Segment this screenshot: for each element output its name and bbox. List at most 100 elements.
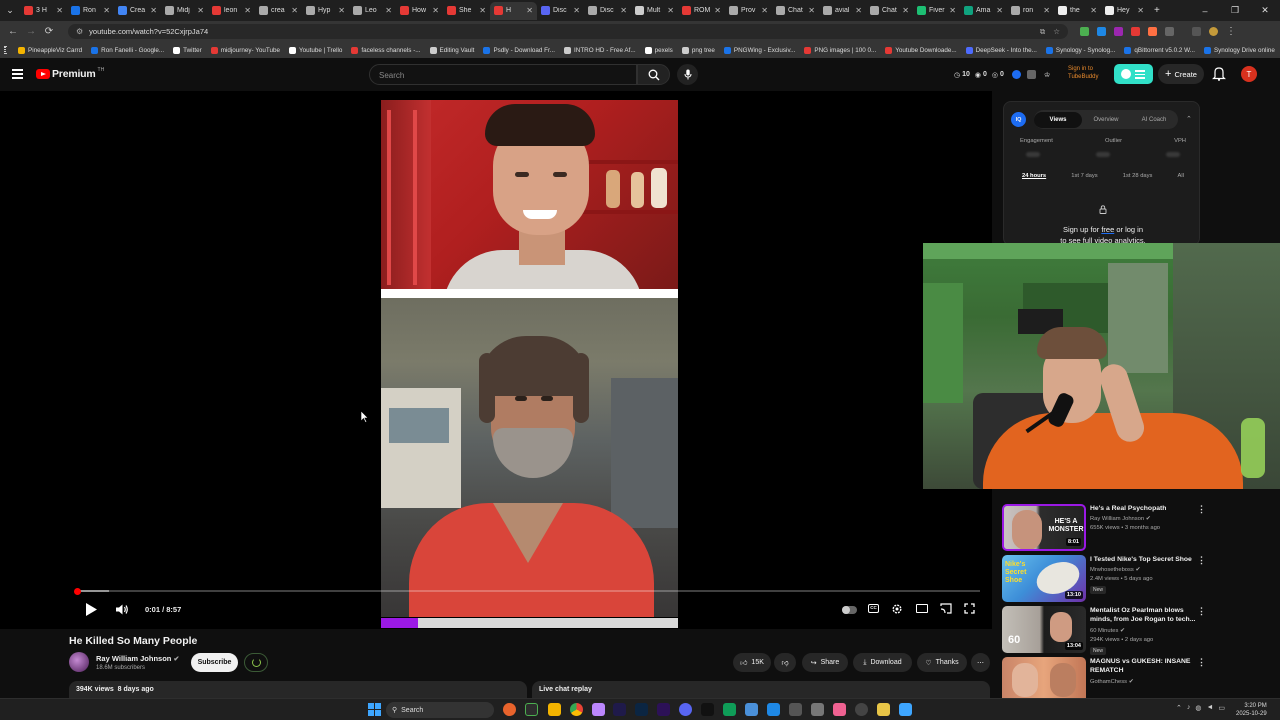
search-input[interactable]: Search: [369, 64, 637, 85]
extension-icon-4[interactable]: [1131, 27, 1140, 36]
signup-text-b[interactable]: or log in: [1114, 225, 1143, 234]
extension-icon-2[interactable]: [1097, 27, 1106, 36]
more-vertical-icon[interactable]: ⋮: [1197, 504, 1206, 515]
voice-search-button[interactable]: [677, 64, 698, 85]
tray-chevron-icon[interactable]: ⌃: [1176, 704, 1182, 712]
recommendation-thumbnail[interactable]: Nike's Secret Shoe 13:10: [1002, 555, 1086, 602]
seek-knob[interactable]: [74, 587, 81, 595]
recommendation-title[interactable]: He's a Real Psychopath: [1090, 504, 1196, 513]
miniplayer-icon[interactable]: [916, 604, 928, 613]
browser-tab[interactable]: Chat ✕: [772, 2, 819, 20]
create-button[interactable]: + Create: [1158, 64, 1204, 84]
more-vertical-icon[interactable]: ⋮: [1197, 606, 1206, 617]
app-icon-19[interactable]: [899, 703, 912, 716]
loading-spinner-button[interactable]: [244, 653, 268, 672]
app-icon-3[interactable]: [548, 703, 561, 716]
app-icon-12[interactable]: [745, 703, 758, 716]
recommendation-item[interactable]: Nike's Secret Shoe 13:10 I Tested Nike's…: [1002, 555, 1207, 603]
capcut-icon[interactable]: [701, 703, 714, 716]
profile-icon[interactable]: [1209, 27, 1218, 36]
signup-free-link[interactable]: free: [1101, 225, 1114, 234]
menu-hamburger-icon[interactable]: [12, 69, 23, 79]
seek-bar[interactable]: [74, 587, 980, 595]
tab-close-icon[interactable]: ✕: [667, 6, 674, 15]
extension-icon-3[interactable]: [1114, 27, 1123, 36]
bookmark-item[interactable]: PineappleViz Carrd: [18, 46, 82, 54]
site-info-icon[interactable]: ⚙: [76, 27, 83, 36]
browser-tab[interactable]: avial ✕: [819, 2, 866, 20]
bookmark-item[interactable]: midjourney- YouTube: [210, 46, 280, 54]
cast-icon[interactable]: [940, 603, 952, 614]
app-icon-1[interactable]: [503, 703, 516, 716]
vidiq-tab-views[interactable]: Views: [1034, 111, 1082, 128]
share-button[interactable]: ↪ Share: [802, 653, 848, 672]
bookmark-item[interactable]: Youtube Downloade...: [885, 46, 957, 54]
bookmark-item[interactable]: Psdly - Download Fr...: [483, 46, 555, 54]
browser-tab[interactable]: Midj ✕: [161, 2, 208, 20]
tab-close-icon[interactable]: ✕: [996, 6, 1003, 15]
browser-tab[interactable]: crea ✕: [255, 2, 302, 20]
range-28d[interactable]: 1st 28 days: [1123, 173, 1153, 179]
bookmark-item[interactable]: Synology - Synolog...: [1045, 46, 1115, 54]
recommendation-thumbnail[interactable]: HE'S A MONSTER 8:01: [1002, 504, 1086, 551]
tab-close-icon[interactable]: ✕: [103, 6, 110, 15]
download-icon[interactable]: [1192, 27, 1201, 36]
app-icon-16[interactable]: [833, 703, 846, 716]
bookmark-item[interactable]: Synology Drive online: [1203, 46, 1275, 54]
bookmark-item[interactable]: pexels: [644, 46, 673, 54]
tab-close-icon[interactable]: ✕: [573, 6, 580, 15]
microphone-icon[interactable]: ♪: [1187, 704, 1191, 712]
network-icon[interactable]: ◍: [1195, 704, 1201, 712]
tab-close-icon[interactable]: ✕: [902, 6, 909, 15]
tab-close-icon[interactable]: ✕: [1043, 6, 1050, 15]
browser-tab[interactable]: Ron ✕: [67, 2, 114, 20]
photoshop-icon[interactable]: [635, 703, 648, 716]
tab-close-icon[interactable]: ✕: [244, 6, 251, 15]
tab-close-icon[interactable]: ✕: [761, 6, 768, 15]
recommendation-channel[interactable]: 60 Minutes ✔: [1090, 628, 1125, 634]
extensions-puzzle-icon[interactable]: [1165, 27, 1174, 36]
more-vertical-icon[interactable]: ⋮: [1197, 657, 1206, 668]
bookmark-item[interactable]: faceless channels -...: [351, 46, 421, 54]
bookmark-item[interactable]: Ron Fanelli - Google...: [91, 46, 164, 54]
tab-close-icon[interactable]: ✕: [150, 6, 157, 15]
thanks-button[interactable]: ♡ Thanks: [917, 653, 967, 672]
recommendation-channel[interactable]: Ray William Johnson ✔: [1090, 516, 1151, 522]
browser-tab[interactable]: leon ✕: [208, 2, 255, 20]
vidiq-tab-overview[interactable]: Overview: [1082, 112, 1130, 128]
app-icon-11[interactable]: [723, 703, 736, 716]
range-7d[interactable]: 1st 7 days: [1071, 173, 1097, 179]
recommendation-thumbnail[interactable]: [1002, 657, 1086, 704]
more-actions-button[interactable]: ⋯: [971, 653, 990, 672]
browser-tab[interactable]: the ✕: [1054, 2, 1101, 20]
tubebuddy-signin[interactable]: Sign in to TubeBuddy: [1068, 66, 1098, 81]
recommendation-title[interactable]: Mentalist Oz Pearlman blows minds, from …: [1090, 606, 1196, 624]
speaker-icon[interactable]: ◄: [1206, 704, 1213, 712]
account-avatar[interactable]: T: [1241, 66, 1257, 82]
browser-tab[interactable]: Hey ✕: [1101, 2, 1148, 20]
browser-tab[interactable]: Fiver ✕: [913, 2, 960, 20]
recommendation-title[interactable]: I Tested Nike's Top Secret Shoe: [1090, 555, 1196, 564]
browser-tab[interactable]: Hyp ✕: [302, 2, 349, 20]
subscribe-button[interactable]: Subscribe: [191, 653, 238, 672]
channel-avatar[interactable]: [69, 652, 89, 672]
bookmark-item[interactable]: DeepSeek - Into the...: [965, 46, 1037, 54]
after-effects-icon[interactable]: [613, 703, 626, 716]
browser-tab[interactable]: Disc ✕: [537, 2, 584, 20]
browser-tab[interactable]: She ✕: [443, 2, 490, 20]
recommendation-item[interactable]: 60 13:04 Mentalist Oz Pearlman blows min…: [1002, 606, 1207, 655]
minimize-button[interactable]: –: [1190, 6, 1220, 16]
app-icon-15[interactable]: [811, 703, 824, 716]
tab-close-icon[interactable]: ✕: [479, 6, 486, 15]
maximize-button[interactable]: ❐: [1220, 5, 1250, 16]
taskbar-clock[interactable]: 3:20 PM 2025-10-29: [1236, 702, 1267, 718]
apps-grid-icon[interactable]: [4, 46, 6, 54]
recommendation-channel[interactable]: Mrwhosetheboss ✔: [1090, 567, 1140, 573]
more-vertical-icon[interactable]: ⋮: [1197, 555, 1206, 566]
browser-tab[interactable]: H ✕: [490, 1, 537, 20]
bookmark-star-icon[interactable]: ☆: [1053, 27, 1060, 36]
url-field[interactable]: ⚙ youtube.com/watch?v=52CxjrpJa74 ⧉ ☆: [68, 24, 1068, 39]
bookmark-item[interactable]: PNGWing - Exclusiv...: [723, 46, 795, 54]
tubebuddy-button[interactable]: [1114, 64, 1153, 84]
download-button[interactable]: ⤓ Download: [853, 653, 912, 672]
